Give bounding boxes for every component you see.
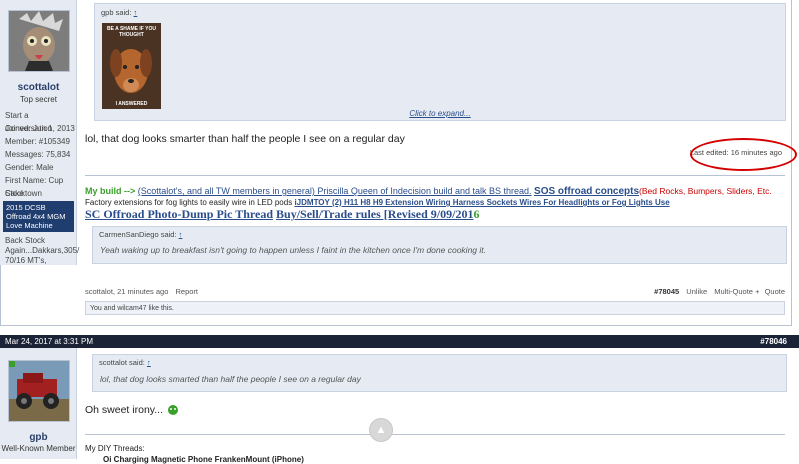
- post-2-header-bar: Mar 24, 2017 at 3:31 PM #78046: [0, 335, 799, 348]
- footer-author-link[interactable]: scottalot,: [85, 287, 115, 296]
- username[interactable]: scottalot: [0, 82, 77, 93]
- smiley-icon: [167, 405, 178, 416]
- signature-line-2: Factory extensions for fog lights to eas…: [85, 198, 670, 207]
- meme-top-text: BE A SHAME IF YOU THOUGHT: [107, 26, 156, 38]
- sos-suffix: (Bed Rocks, Bumpers, Sliders, Etc.: [639, 186, 772, 196]
- quote-link[interactable]: Quote: [765, 287, 785, 296]
- footer-time[interactable]: 21 minutes ago: [117, 287, 168, 296]
- unlike-link[interactable]: Unlike: [686, 287, 707, 296]
- user-sidebar-2: gpb Well-Known Member: [0, 348, 77, 459]
- post-footer-right: #78045 Unlike Multi-Quote + Quote: [654, 287, 785, 296]
- user-title-2: Well-Known Member: [1, 444, 76, 453]
- post-2-number-link[interactable]: #78046: [760, 335, 787, 348]
- post-2-quote-text: lol, that dog looks smarted than half th…: [100, 374, 361, 384]
- diy-label: My DIY Threads:: [85, 444, 145, 453]
- user-badge: 2015 DCSB Offroad 4x4 MGM Love Machine: [3, 201, 74, 232]
- post-number-link[interactable]: #78045: [654, 287, 679, 296]
- fog-text: Factory extensions for fog lights to eas…: [85, 198, 293, 207]
- scroll-top-button[interactable]: ▲: [369, 418, 393, 442]
- red-circle-annotation: [690, 138, 797, 171]
- click-to-expand-link[interactable]: Click to expand...: [409, 109, 470, 118]
- build-thread-link[interactable]: (Scottalot's, and all TW members in gene…: [138, 186, 532, 196]
- multi-quote-link[interactable]: Multi-Quote: [714, 287, 753, 296]
- multi-quote-plus: +: [755, 287, 760, 296]
- inner-quote-author: CarmenSanDiego said:: [99, 230, 177, 239]
- messages-info: Messages: 75,834: [5, 150, 71, 159]
- sos-offroad-link[interactable]: SOS offroad concepts: [534, 186, 639, 197]
- bst-end: 6: [473, 207, 480, 221]
- inner-quote-header: CarmenSanDiego said: ↑: [99, 230, 182, 239]
- my-build-label: My build -->: [85, 186, 136, 196]
- diy-item-link[interactable]: Oi Charging Magnetic Phone FrankenMount …: [103, 455, 304, 464]
- meme-image[interactable]: BE A SHAME IF YOU THOUGHT I ANSWERED: [102, 23, 161, 109]
- meme-bottom-text: I ANSWERED: [115, 101, 148, 107]
- quote-block: gpb said: ↑ BE A SHAME IF YOU THOUGHT I …: [94, 3, 786, 121]
- post-2-quote-header: scottalot said: ↑: [99, 358, 151, 367]
- user-title: Top secret: [20, 95, 57, 104]
- fog-link[interactable]: iJDMTOY (2) H11 H8 H9 Extension Wiring H…: [294, 198, 669, 207]
- username-2[interactable]: gpb: [0, 432, 77, 443]
- online-indicator: [9, 361, 15, 367]
- likes-bar: You and wilcam47 like this.: [85, 301, 785, 315]
- quote-author: gpb said:: [101, 8, 132, 17]
- post-2-quote-block: scottalot said: ↑ lol, that dog looks sm…: [92, 354, 787, 392]
- member-info: Member: #105349: [5, 137, 70, 146]
- post-date: Mar 24, 2017 at 3:31 PM: [5, 337, 94, 346]
- back-stock-info: Back Stock Again...Dakkars,305/ 70/16 MT…: [5, 236, 80, 265]
- signature-line-3: SC Offroad Photo-Dump Pic Thread Buy/Sel…: [85, 207, 479, 222]
- gender-info: Gender: Male: [5, 163, 54, 172]
- user-sidebar-1: scottalot Top secret Start a Conversatio…: [0, 0, 80, 265]
- inner-quote-text: Yeah waking up to breakfast isn't going …: [100, 245, 486, 255]
- post-footer-left: scottalot, 21 minutes ago Report: [85, 287, 198, 296]
- location-info: Stocktown: [5, 189, 42, 198]
- bst-rules-link[interactable]: Buy/Sell/Trade rules [Revised 9/09/201: [276, 207, 473, 221]
- expand-row: Click to expand...: [95, 109, 785, 118]
- post-message: lol, that dog looks smarter than half th…: [85, 133, 405, 145]
- post-2-quote-arrow-link[interactable]: ↑: [147, 358, 151, 367]
- post-2-message-text: Oh sweet irony...: [85, 404, 164, 416]
- post-2: gpb Well-Known Member scottalot said: ↑ …: [0, 348, 799, 464]
- sc-offroad-link[interactable]: SC Offroad Photo-Dump Pic Thread: [85, 207, 273, 221]
- post-2-signature-divider: [85, 434, 785, 435]
- quote-header: gpb said: ↑: [101, 8, 137, 17]
- post-1: scottalot Top secret Start a Conversatio…: [0, 0, 799, 327]
- joined-info: Joined: Jun 1, 2013: [5, 124, 75, 133]
- post-2-message: Oh sweet irony...: [85, 404, 178, 416]
- signature-divider: [85, 175, 785, 176]
- post-2-quote-author: scottalot said:: [99, 358, 145, 367]
- signature-line-1: My build --> (Scottalot's, and all TW me…: [85, 186, 772, 197]
- avatar-image: [9, 11, 69, 71]
- inner-quote-arrow-link[interactable]: ↑: [179, 230, 183, 239]
- report-link[interactable]: Report: [176, 287, 199, 296]
- avatar[interactable]: [8, 10, 70, 72]
- truck-avatar-image: [9, 361, 69, 421]
- quote-arrow-link[interactable]: ↑: [134, 8, 138, 17]
- avatar-2[interactable]: [8, 360, 70, 422]
- inner-quote-block: CarmenSanDiego said: ↑ Yeah waking up to…: [92, 226, 787, 264]
